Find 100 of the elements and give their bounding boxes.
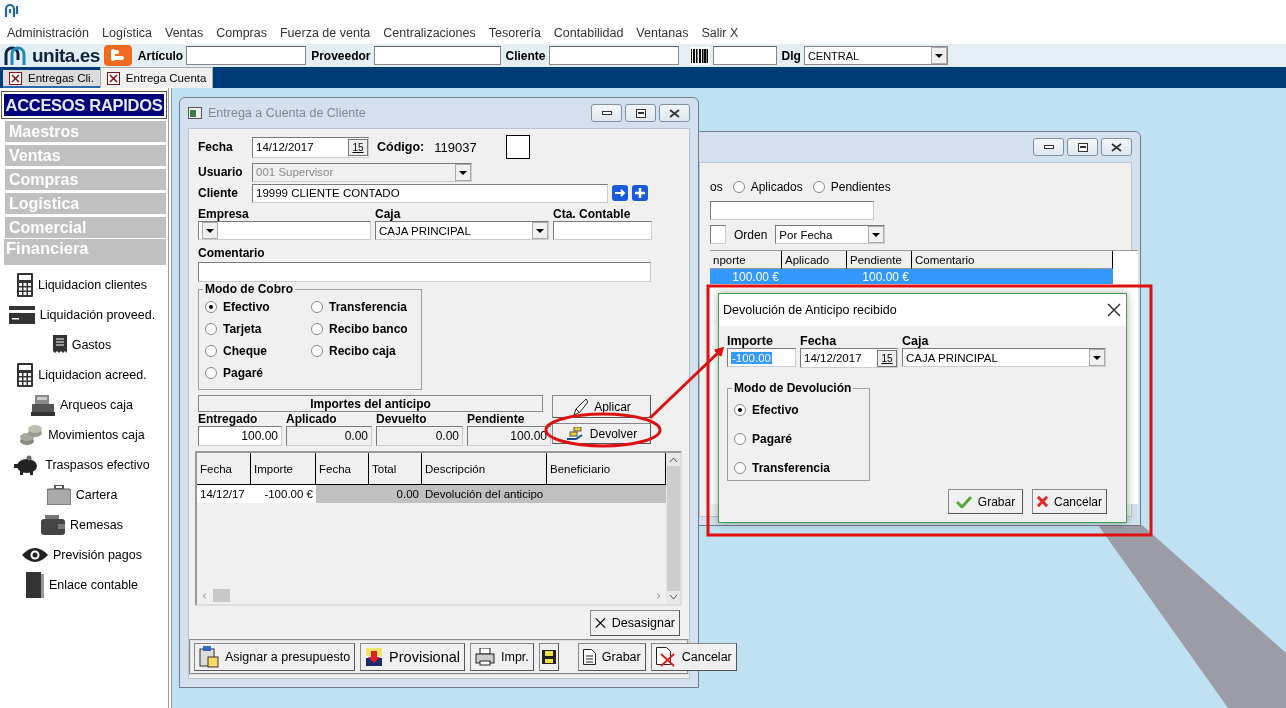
menu-item[interactable]: Salir X: [701, 26, 739, 40]
close-button[interactable]: [659, 104, 690, 122]
blog-icon[interactable]: [102, 45, 133, 66]
radio-button[interactable]: [734, 403, 746, 416]
tab[interactable]: Entregas Cli.: [3, 70, 100, 88]
column-header[interactable]: Fecha: [197, 453, 251, 485]
radio-option[interactable]: Cheque: [205, 340, 311, 362]
sidebar-item[interactable]: Liquidacion acreed.: [0, 360, 168, 390]
sidebar-item[interactable]: Enlace contable: [0, 570, 168, 600]
menu-item[interactable]: Administración: [7, 26, 89, 40]
assign-button[interactable]: Asignar a presupuesto: [194, 643, 356, 671]
radio-button[interactable]: [732, 181, 745, 193]
radio-button[interactable]: [734, 432, 746, 445]
search-field[interactable]: [373, 46, 501, 65]
save-button[interactable]: Grabar: [948, 489, 1023, 514]
client-field[interactable]: 19999 CLIENTE CONTADO: [252, 183, 608, 203]
sidebar-item[interactable]: Previsión pagos: [0, 540, 168, 570]
radio-button[interactable]: [734, 461, 746, 474]
menu-item[interactable]: Tesorería: [488, 26, 541, 40]
add-icon[interactable]: [632, 185, 648, 201]
company-dropdown[interactable]: [198, 221, 371, 240]
menu-item[interactable]: Ventas: [165, 26, 204, 40]
amount-field[interactable]: 100.00: [198, 426, 282, 446]
small-field[interactable]: [710, 225, 726, 244]
sidebar-item[interactable]: Remesas: [0, 510, 168, 540]
column-header[interactable]: Descripción: [422, 453, 547, 485]
print-button[interactable]: Impr.: [470, 643, 534, 671]
sidebar-item[interactable]: Arqueos caja: [0, 390, 168, 420]
radio-button[interactable]: [311, 323, 323, 335]
scroll-up-icon[interactable]: [668, 457, 678, 463]
menu-item[interactable]: Contabilidad: [553, 26, 624, 40]
sidebar-item[interactable]: Cartera: [0, 480, 168, 510]
menu-item[interactable]: Fuerza de venta: [279, 26, 371, 40]
close-icon[interactable]: [106, 71, 120, 85]
unassign-button[interactable]: Desasignar: [590, 610, 680, 636]
menu-item[interactable]: Ventanas: [636, 26, 689, 40]
column-header[interactable]: Importe: [251, 453, 316, 485]
radio-button[interactable]: [812, 181, 825, 193]
account-field[interactable]: [553, 221, 652, 240]
minimize-button[interactable]: [591, 104, 622, 122]
radio-button[interactable]: [311, 345, 323, 357]
scroll-down-icon[interactable]: [668, 594, 678, 600]
arrow-right-icon[interactable]: [612, 185, 628, 201]
radio-button[interactable]: [311, 301, 323, 313]
barcode-icon[interactable]: [689, 46, 710, 65]
radio-button[interactable]: [205, 323, 217, 335]
menu-item[interactable]: Centralizaciones: [383, 26, 476, 40]
search-field[interactable]: [710, 201, 874, 220]
cash-dropdown[interactable]: CAJA PRINCIPAL: [375, 221, 549, 240]
sidebar-item[interactable]: Liquidación proveed.: [0, 300, 168, 330]
maximize-button[interactable]: [1067, 138, 1098, 156]
radio-option[interactable]: Aplicados: [732, 176, 803, 198]
calendar-button[interactable]: 15: [348, 138, 368, 156]
radio-option[interactable]: Pagaré: [734, 424, 869, 453]
radio-option[interactable]: Recibo caja: [311, 340, 421, 362]
search-field[interactable]: [186, 46, 307, 65]
close-icon[interactable]: [1106, 302, 1122, 318]
scrollbar-thumb[interactable]: [666, 466, 680, 591]
return-button[interactable]: Devolver: [552, 423, 651, 444]
maximize-button[interactable]: [625, 104, 656, 122]
column-header[interactable]: Pendiente: [847, 251, 912, 269]
sidebar-item[interactable]: Gastos: [0, 330, 168, 360]
column-header[interactable]: nporte: [710, 251, 782, 269]
table-cell[interactable]: [912, 269, 1113, 284]
delegation-dropdown[interactable]: CENTRAL: [803, 46, 948, 65]
menu-item[interactable]: Logística: [102, 26, 152, 40]
column-header[interactable]: Aplicado: [782, 251, 847, 269]
radio-option[interactable]: Efectivo: [205, 296, 311, 318]
radio-option[interactable]: Tarjeta: [205, 318, 311, 340]
cancel-button[interactable]: Cancelar: [1032, 489, 1107, 514]
sidebar-item[interactable]: Traspasos efectivo: [0, 450, 168, 480]
save-button[interactable]: Grabar: [577, 643, 646, 671]
column-header[interactable]: Beneficiario: [547, 453, 666, 485]
radio-option[interactable]: Efectivo: [734, 395, 869, 424]
code-field[interactable]: [712, 46, 777, 65]
radio-option[interactable]: Recibo banco: [311, 318, 421, 340]
comment-field[interactable]: [198, 262, 651, 282]
close-button[interactable]: [1101, 138, 1132, 156]
column-header[interactable]: Comentario: [912, 251, 1113, 269]
radio-option[interactable]: Pendientes: [812, 176, 891, 198]
column-header[interactable]: Fecha: [316, 453, 369, 485]
radio-button[interactable]: [205, 301, 217, 313]
minimize-button[interactable]: [1033, 138, 1064, 156]
scrollbar-thumb[interactable]: [213, 589, 230, 602]
radio-option[interactable]: Pagaré: [205, 362, 311, 384]
radio-button[interactable]: [205, 367, 217, 379]
search-field[interactable]: [548, 46, 679, 65]
calendar-button[interactable]: 15: [877, 349, 897, 367]
radio-option[interactable]: Transferencia: [311, 296, 421, 318]
date-field[interactable]: 14/12/2017 15: [800, 348, 898, 368]
sidebar-item[interactable]: Movimientos caja: [0, 420, 168, 450]
radio-option[interactable]: Transferencia: [734, 453, 869, 482]
order-dropdown[interactable]: Por Fecha: [775, 225, 886, 244]
sidebar-item[interactable]: Liquidacion clientes: [0, 270, 168, 300]
radio-button[interactable]: [205, 345, 217, 357]
save-button[interactable]: [538, 643, 559, 671]
menu-item[interactable]: Compras: [216, 26, 267, 40]
cancel-button[interactable]: Cancelar: [650, 643, 737, 671]
provisional-button[interactable]: Provisional: [360, 643, 465, 671]
tab[interactable]: Entrega Cuenta: [99, 67, 214, 88]
